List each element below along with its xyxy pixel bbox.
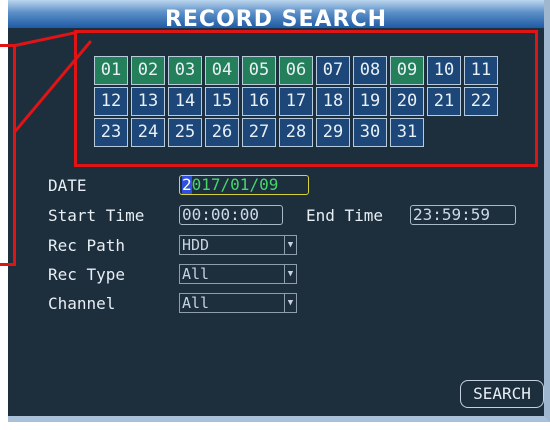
channel-select[interactable]: All ▼ bbox=[179, 293, 297, 313]
end-time-field[interactable]: 23:59:59 bbox=[410, 205, 516, 225]
highlight-box-left bbox=[0, 44, 16, 266]
date-label: DATE bbox=[48, 176, 87, 195]
rec-path-value: HDD bbox=[182, 236, 210, 254]
date-field[interactable]: 2017/01/09 bbox=[179, 175, 309, 195]
rec-type-value: All bbox=[182, 265, 210, 283]
rec-type-label: Rec Type bbox=[48, 265, 126, 284]
channel-label: Channel bbox=[48, 294, 116, 313]
channel-value: All bbox=[182, 294, 210, 312]
rec-path-label: Rec Path bbox=[48, 236, 126, 255]
chevron-down-icon: ▼ bbox=[284, 294, 296, 312]
search-button[interactable]: SEARCH bbox=[460, 380, 544, 408]
screenshot: RECORD SEARCH 01 02 03 04 05 06 07 08 09 10 11 12 13… bbox=[0, 0, 550, 430]
date-value: 017/01/09 bbox=[191, 175, 279, 194]
start-time-field[interactable]: 00:00:00 bbox=[179, 205, 283, 225]
end-time-label: End Time bbox=[306, 206, 384, 225]
rec-type-select[interactable]: All ▼ bbox=[179, 264, 297, 284]
title-bar: RECORD SEARCH bbox=[8, 0, 544, 32]
start-time-label: Start Time bbox=[48, 206, 145, 225]
rec-path-select[interactable]: HDD ▼ bbox=[179, 235, 297, 255]
chevron-down-icon: ▼ bbox=[284, 265, 296, 283]
highlight-box-calendar bbox=[74, 30, 538, 167]
chevron-down-icon: ▼ bbox=[284, 236, 296, 254]
date-cursor: 2 bbox=[182, 175, 192, 194]
